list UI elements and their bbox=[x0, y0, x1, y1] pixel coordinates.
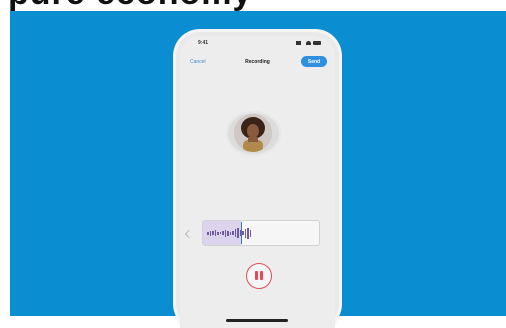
battery-icon bbox=[313, 41, 321, 45]
chevron-left-icon[interactable] bbox=[184, 229, 194, 239]
nav-bar: Cancel Recording Send bbox=[180, 56, 335, 68]
send-button[interactable]: Send bbox=[301, 56, 327, 67]
pause-icon bbox=[255, 271, 263, 280]
status-icons bbox=[296, 41, 321, 45]
avatar-ring bbox=[226, 111, 281, 156]
heading-strip: pure economy bbox=[0, 0, 506, 11]
phone-screen: 9:41 Cancel Recording Send bbox=[180, 36, 335, 328]
page-heading: pure economy bbox=[8, 0, 252, 11]
status-time: 9:41 bbox=[198, 40, 209, 46]
home-indicator bbox=[226, 319, 288, 322]
wifi-icon bbox=[306, 41, 311, 45]
avatar-image bbox=[234, 114, 272, 152]
phone-mockup: 9:41 Cancel Recording Send bbox=[176, 32, 339, 328]
status-bar: 9:41 bbox=[180, 40, 335, 50]
pause-button[interactable] bbox=[246, 263, 272, 289]
waveform-track[interactable] bbox=[202, 220, 320, 246]
avatar bbox=[234, 114, 272, 152]
signal-icon bbox=[296, 41, 304, 45]
playhead[interactable] bbox=[241, 222, 243, 244]
waveform-bars bbox=[207, 221, 251, 245]
